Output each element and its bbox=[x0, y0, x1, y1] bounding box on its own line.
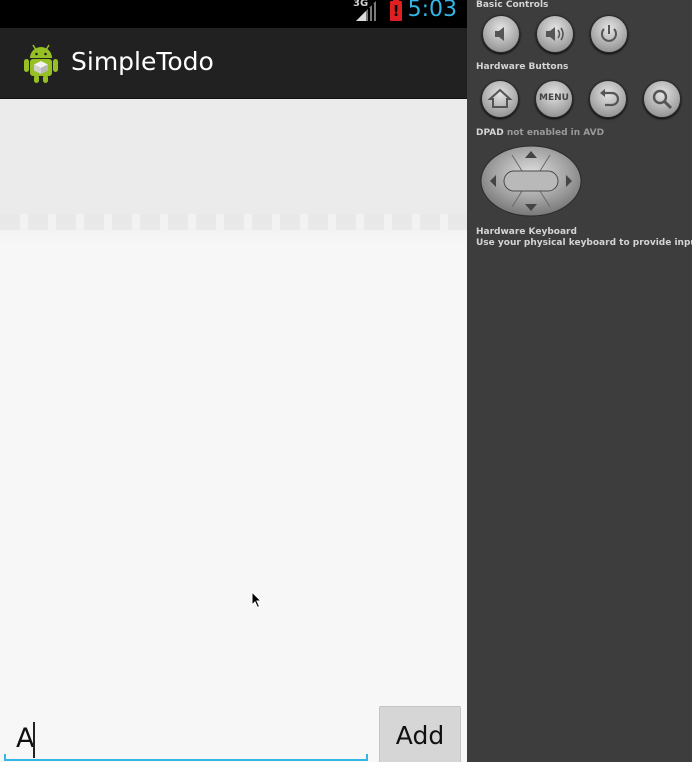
power-icon bbox=[601, 25, 617, 42]
input-underline-right bbox=[366, 754, 368, 761]
menu-button[interactable]: MENU bbox=[535, 80, 573, 118]
home-button[interactable] bbox=[481, 80, 519, 118]
home-icon bbox=[487, 88, 513, 108]
text-caret bbox=[33, 722, 35, 758]
hardware-buttons-label: Hardware Buttons bbox=[476, 62, 569, 72]
action-bar: SimpleTodo bbox=[0, 28, 467, 100]
volume-up-button[interactable] bbox=[536, 15, 574, 53]
basic-controls-label: Basic Controls bbox=[476, 0, 549, 10]
status-clock: 5:03 bbox=[407, 0, 457, 22]
add-item-button[interactable]: Add bbox=[379, 706, 461, 762]
mouse-cursor-icon bbox=[251, 591, 263, 609]
hardware-keyboard-note: Use your physical keyboard to provide in… bbox=[476, 238, 692, 248]
emulator-controls-panel: Basic Controls Hardware Buttons MENU DPA… bbox=[467, 0, 692, 762]
android-app-icon bbox=[24, 44, 58, 83]
app-title: SimpleTodo bbox=[71, 47, 214, 76]
volume-down-icon bbox=[495, 27, 504, 41]
back-icon bbox=[600, 89, 620, 107]
input-underline bbox=[4, 759, 368, 761]
hardware-keyboard-label: Hardware Keyboard bbox=[476, 227, 577, 237]
dpad-title: DPAD bbox=[476, 128, 504, 138]
dpad-icon[interactable] bbox=[480, 145, 582, 217]
battery-alert-mark: ! bbox=[392, 2, 400, 20]
volume-down-button[interactable] bbox=[482, 15, 520, 53]
emulator-screen: 3G ! 5:03 SimpleTodo A Add bbox=[0, 0, 467, 762]
input-underline-left bbox=[4, 754, 6, 761]
volume-up-icon bbox=[546, 27, 564, 41]
search-icon bbox=[652, 89, 673, 110]
status-bar: 3G ! 5:03 bbox=[0, 0, 467, 28]
search-button[interactable] bbox=[643, 80, 681, 118]
back-button[interactable] bbox=[589, 80, 627, 118]
dpad-note: not enabled in AVD bbox=[506, 128, 605, 138]
menu-button-label: MENU bbox=[539, 93, 569, 103]
list-divider bbox=[0, 214, 467, 230]
dpad-label: DPAD not enabled in AVD bbox=[476, 128, 604, 138]
new-item-input[interactable] bbox=[4, 716, 368, 760]
signal-icon bbox=[356, 1, 376, 21]
power-button[interactable] bbox=[590, 15, 628, 53]
